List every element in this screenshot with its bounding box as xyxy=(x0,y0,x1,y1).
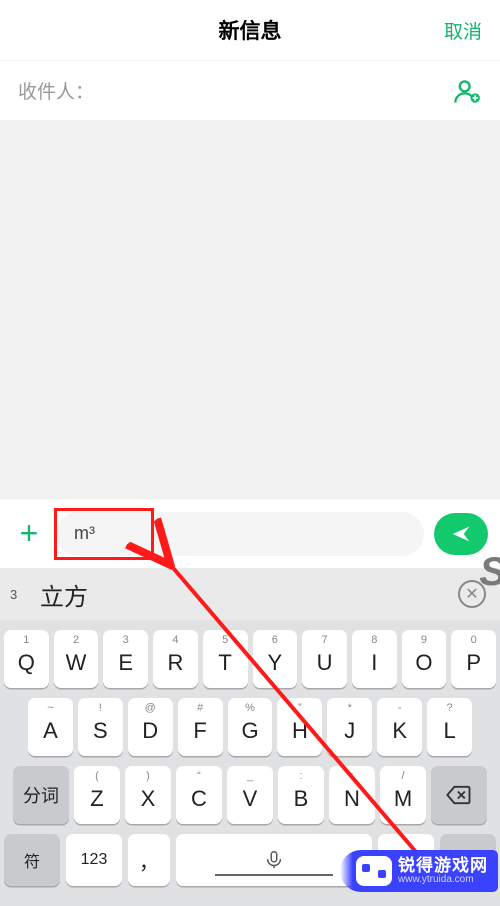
keyboard-row-1: 1Q 2W 3E 4R 5T 6Y 7U 8I 9O 0P xyxy=(4,630,496,688)
key-backspace[interactable] xyxy=(431,766,487,824)
key-s[interactable]: !S xyxy=(78,698,123,756)
add-contact-button[interactable] xyxy=(452,76,482,106)
watermark-title: 锐得游戏网 xyxy=(398,857,488,875)
key-b[interactable]: :B xyxy=(278,766,324,824)
attach-button[interactable]: + xyxy=(12,517,46,551)
message-input-value: m³ xyxy=(74,523,95,544)
key-t[interactable]: 5T xyxy=(203,630,248,688)
key-l[interactable]: ?L xyxy=(427,698,472,756)
key-y[interactable]: 6Y xyxy=(253,630,298,688)
recipient-row: 收件人： xyxy=(0,60,500,120)
keyboard-row-3: 分词 (Z )X “C _V :B ;N /M xyxy=(4,766,496,824)
mic-icon xyxy=(263,849,285,871)
key-k[interactable]: -K xyxy=(377,698,422,756)
candidate-s-hint: S xyxy=(479,550,500,595)
recipient-label: 收件人： xyxy=(18,77,94,104)
key-symbols[interactable]: 符 xyxy=(4,834,60,886)
key-numbers[interactable]: 123 xyxy=(66,834,122,886)
key-f[interactable]: #F xyxy=(178,698,223,756)
annotation-highlight-box xyxy=(54,508,154,560)
close-icon: ✕ xyxy=(465,584,478,604)
key-a[interactable]: ~A xyxy=(28,698,73,756)
candidate-word[interactable]: 立方 xyxy=(40,577,88,612)
key-v[interactable]: _V xyxy=(227,766,273,824)
key-x[interactable]: )X xyxy=(125,766,171,824)
plus-icon: + xyxy=(20,515,39,552)
candidate-index: 3 xyxy=(10,587,32,602)
key-o[interactable]: 9O xyxy=(402,630,447,688)
recipient-input[interactable] xyxy=(94,80,452,102)
send-icon xyxy=(450,523,472,545)
header: 新信息 取消 xyxy=(0,0,500,60)
key-r[interactable]: 4R xyxy=(153,630,198,688)
key-p[interactable]: 0P xyxy=(451,630,496,688)
keyboard-row-2: ~A !S @D #F %G ”H *J -K ?L xyxy=(4,698,496,756)
key-e[interactable]: 3E xyxy=(103,630,148,688)
key-h[interactable]: ”H xyxy=(277,698,322,756)
watermark: 锐得游戏网 www.ytruida.com xyxy=(340,850,498,892)
key-m[interactable]: /M xyxy=(380,766,426,824)
key-i[interactable]: 8I xyxy=(352,630,397,688)
key-w[interactable]: 2W xyxy=(54,630,99,688)
input-bar: + m³ xyxy=(0,498,500,568)
key-z[interactable]: (Z xyxy=(74,766,120,824)
key-q[interactable]: 1Q xyxy=(4,630,49,688)
cancel-button[interactable]: 取消 xyxy=(444,17,482,44)
message-body-area[interactable] xyxy=(0,120,500,498)
space-underline xyxy=(215,874,333,876)
key-c[interactable]: “C xyxy=(176,766,222,824)
backspace-icon xyxy=(445,781,473,809)
key-d[interactable]: @D xyxy=(128,698,173,756)
candidate-bar: 3 立方 ✕ S xyxy=(0,568,500,620)
gamepad-icon xyxy=(356,856,392,886)
key-j[interactable]: *J xyxy=(327,698,372,756)
key-u[interactable]: 7U xyxy=(302,630,347,688)
send-button[interactable] xyxy=(434,513,488,555)
key-fenci[interactable]: 分词 xyxy=(13,766,69,824)
add-contact-icon xyxy=(453,77,481,105)
page-title: 新信息 xyxy=(219,15,282,45)
watermark-url: www.ytruida.com xyxy=(398,875,488,886)
key-g[interactable]: %G xyxy=(228,698,273,756)
message-input[interactable]: m³ xyxy=(56,512,424,556)
key-n[interactable]: ;N xyxy=(329,766,375,824)
key-comma[interactable]: ， xyxy=(128,834,170,886)
